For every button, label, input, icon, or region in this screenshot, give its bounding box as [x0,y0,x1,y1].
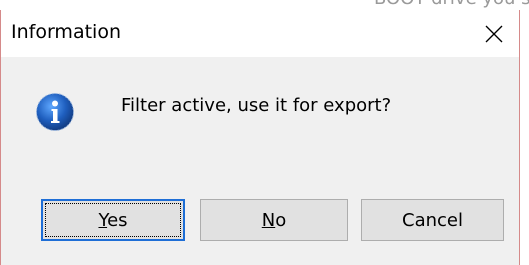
dialog-title: Information [11,21,121,43]
screen: BOOT drive you s Information [0,0,529,265]
cancel-button-label: Cancel [402,209,463,231]
yes-button[interactable]: Yes [41,199,185,241]
dialog-content: Filter active, use it for export? Yes No… [1,57,519,265]
no-button-label: No [261,209,287,231]
cancel-button[interactable]: Cancel [361,199,504,241]
yes-button-label: Yes [98,209,128,231]
close-button[interactable] [469,10,519,57]
close-icon [485,25,503,42]
dialog-titlebar: Information [1,10,519,57]
no-button[interactable]: No [200,199,348,241]
dialog-message: Filter active, use it for export? [121,95,392,116]
information-dialog: Information Filter active, use it for ex… [0,10,520,265]
information-icon [36,93,74,131]
background-window-text: BOOT drive you s [374,0,529,9]
